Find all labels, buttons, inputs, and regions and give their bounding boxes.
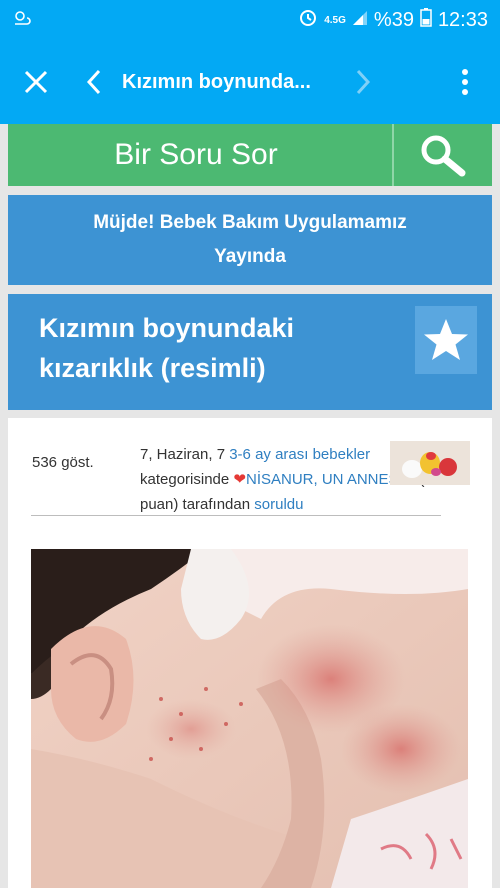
search-button[interactable] xyxy=(392,124,492,186)
search-icon xyxy=(421,135,466,177)
category-link[interactable]: 3-6 ay arası bebekler xyxy=(229,446,370,463)
banner-text: Müjde! Bebek Bakım Uygulamamız Yayında xyxy=(93,212,407,267)
app-promo-banner[interactable]: Müjde! Bebek Bakım Uygulamamız Yayında xyxy=(8,195,492,285)
more-vert-icon xyxy=(462,69,468,95)
forward-button[interactable] xyxy=(338,40,388,124)
status-bar: 4.5G %39 12:33 xyxy=(0,0,500,40)
ask-question-bar[interactable]: Bir Soru Sor xyxy=(8,124,492,186)
star-icon xyxy=(424,319,468,360)
question-photo[interactable] xyxy=(31,549,468,888)
author-avatar[interactable] xyxy=(390,441,470,485)
signal-icon xyxy=(352,9,368,32)
question-date: 7, Haziran, 7 xyxy=(140,446,226,463)
heart-icon: ❤ xyxy=(233,471,246,488)
chevron-left-icon xyxy=(86,69,101,95)
overflow-menu-button[interactable] xyxy=(430,40,500,124)
view-count: 536 göst. xyxy=(32,454,94,471)
network-type: 4.5G xyxy=(324,14,346,26)
back-button[interactable] xyxy=(72,40,116,124)
close-button[interactable] xyxy=(0,40,72,124)
alarm-icon xyxy=(298,7,318,33)
ask-question-label[interactable]: Bir Soru Sor xyxy=(8,124,392,186)
category-suffix: kategorisinde xyxy=(140,471,230,488)
question-title: Kızımın boynundaki kızarıklık (resimli) xyxy=(39,313,295,383)
battery-percent: %39 xyxy=(373,8,414,31)
app-title: Kızımın boynunda... xyxy=(122,70,311,93)
author-link[interactable]: NİSANUR, UN ANNESİ xyxy=(246,471,403,488)
app-bar: Kızımın boynunda... xyxy=(0,40,500,124)
battery-icon xyxy=(420,7,432,33)
clock: 12:33 xyxy=(437,8,488,31)
asked-link[interactable]: soruldu xyxy=(254,496,303,513)
question-header: Kızımın boynundaki kızarıklık (resimli) xyxy=(8,294,492,410)
chevron-right-icon xyxy=(356,69,371,95)
question-card: 536 göst. 7, Haziran, 7 3-6 ay arası beb… xyxy=(8,418,492,888)
close-icon xyxy=(24,70,48,94)
favorite-button[interactable] xyxy=(415,306,477,374)
divider xyxy=(31,515,441,516)
weather-icon xyxy=(12,8,32,33)
